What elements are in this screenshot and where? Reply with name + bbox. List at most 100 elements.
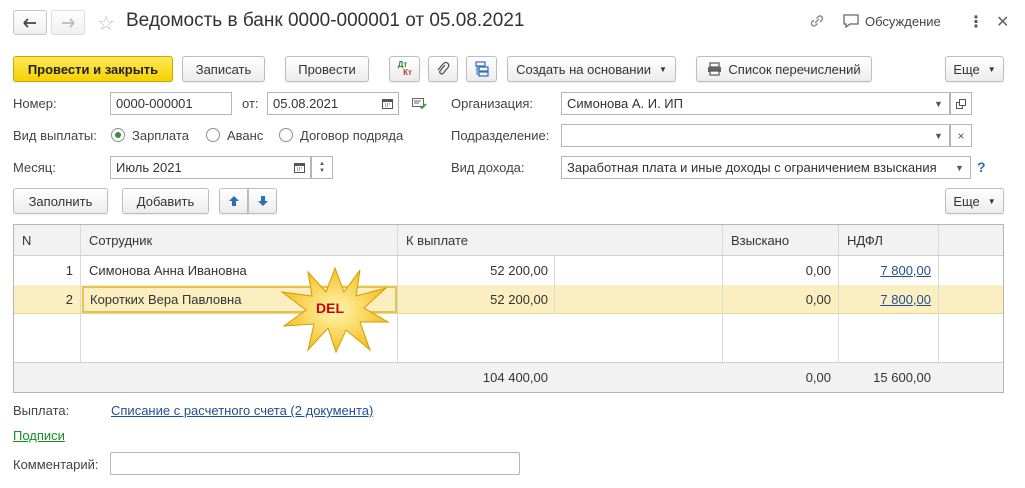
spin-up-icon[interactable]: ▲ — [319, 161, 325, 168]
month-spinner[interactable]: ▲ ▼ — [311, 156, 333, 179]
row-n: 2 — [65, 292, 73, 307]
caret-down-icon: ▼ — [934, 130, 943, 141]
more-label: Еще — [953, 61, 980, 77]
row-ndfl-link[interactable]: 7 800,00 — [880, 263, 931, 278]
table-more-button[interactable]: Еще ▼ — [945, 188, 1004, 214]
del-callout: DEL — [280, 266, 390, 354]
number-field[interactable]: 0000-000001 — [110, 92, 232, 115]
col-recovered[interactable]: Взыскано — [731, 226, 789, 255]
radio-contract[interactable] — [279, 128, 293, 142]
structure-button[interactable] — [466, 56, 497, 82]
total-to-pay: 104 400,00 — [482, 370, 548, 385]
spin-down-icon[interactable]: ▼ — [319, 168, 325, 175]
row-employee[interactable]: Симонова Анна Ивановна — [89, 256, 247, 285]
radio-advance-label: Аванс — [227, 128, 264, 143]
comment-label: Комментарий: — [13, 457, 99, 472]
row-recovered[interactable]: 0,00 — [722, 256, 831, 285]
total-recovered: 0,00 — [805, 370, 831, 385]
division-clear-button[interactable]: × — [950, 124, 972, 147]
income-type-dropdown-button[interactable]: ▼ — [949, 156, 971, 179]
window-title: Ведомость в банк 0000-000001 от 05.08.20… — [126, 10, 525, 31]
table-header: N Сотрудник К выплате Взыскано НДФЛ — [14, 225, 1003, 256]
back-button[interactable] — [13, 10, 47, 35]
month-calendar-button[interactable] — [289, 156, 311, 179]
arrow-right-icon — [62, 17, 75, 28]
comment-field[interactable] — [110, 452, 520, 475]
table-row[interactable]: 1 Симонова Анна Ивановна 52 200,00 0,00 … — [14, 256, 1003, 285]
organization-dropdown-button[interactable]: ▼ — [928, 92, 950, 115]
kt-label: Кт — [403, 68, 412, 77]
row-n: 1 — [65, 263, 73, 278]
printer-icon — [708, 62, 722, 76]
move-up-button[interactable] — [219, 188, 248, 214]
post-and-close-button[interactable]: Провести и закрыть — [13, 56, 173, 82]
payment-label: Выплата: — [13, 403, 70, 418]
fill-button[interactable]: Заполнить — [13, 188, 108, 214]
row-ndfl-link[interactable]: 7 800,00 — [880, 292, 931, 307]
payment-link[interactable]: Списание с расчетного счета (2 документа… — [111, 403, 373, 418]
del-callout-text: DEL — [316, 300, 344, 316]
caret-down-icon: ▼ — [934, 98, 943, 109]
total-ndfl: 15 600,00 — [873, 370, 931, 385]
organization-open-button[interactable] — [950, 92, 972, 115]
caret-down-icon: ▼ — [987, 64, 996, 74]
create-based-on-button[interactable]: Создать на основании ▼ — [507, 56, 676, 82]
organization-field[interactable]: Симонова А. И. ИП — [561, 92, 929, 115]
number-label: Номер: — [13, 96, 57, 111]
menu-kebab-icon[interactable]: ⋮ — [968, 12, 984, 32]
division-dropdown-button[interactable]: ▼ — [928, 124, 950, 147]
post-button[interactable]: Провести — [285, 56, 369, 82]
radio-salary-label: Зарплата — [132, 128, 189, 143]
more-button[interactable]: Еще ▼ — [945, 56, 1004, 82]
add-button[interactable]: Добавить — [122, 188, 209, 214]
table-more-label: Еще — [953, 193, 980, 209]
arrow-left-icon — [23, 17, 36, 28]
organization-label: Организация: — [451, 96, 534, 111]
forward-button[interactable] — [51, 10, 85, 35]
hierarchy-icon — [474, 61, 489, 77]
col-employee[interactable]: Сотрудник — [89, 226, 152, 255]
transfer-list-button[interactable]: Список перечислений — [696, 56, 872, 82]
col-ndfl[interactable]: НДФЛ — [847, 226, 883, 255]
income-type-field[interactable]: Заработная плата и иные доходы с огранич… — [561, 156, 950, 179]
discussion-button[interactable]: Обсуждение — [842, 13, 941, 29]
radio-salary[interactable] — [111, 128, 125, 142]
signatures-link[interactable]: Подписи — [13, 428, 65, 443]
division-label: Подразделение: — [451, 128, 550, 143]
table-row-selected[interactable]: 2 Коротких Вера Павловна 52 200,00 0,00 … — [14, 285, 1003, 314]
dtkt-report-button[interactable]: Дт Кт — [389, 56, 420, 82]
col-to-pay[interactable]: К выплате — [406, 226, 468, 255]
arrow-down-icon — [257, 196, 268, 206]
income-type-label: Вид дохода: — [451, 160, 525, 175]
date-field[interactable]: 05.08.2021 — [267, 92, 378, 115]
caret-down-icon: ▼ — [955, 162, 964, 173]
link-icon[interactable] — [808, 12, 826, 33]
attach-button[interactable] — [428, 56, 458, 82]
caret-down-icon: ▼ — [987, 196, 996, 206]
chat-icon — [843, 14, 859, 29]
favorite-star-icon[interactable]: ☆ — [97, 11, 115, 36]
row-recovered[interactable]: 0,00 — [722, 285, 831, 314]
calendar-icon — [382, 99, 393, 109]
radio-advance[interactable] — [206, 128, 220, 142]
col-n[interactable]: N — [22, 226, 31, 255]
payment-type-label: Вид выплаты: — [13, 128, 97, 143]
row-to-pay[interactable]: 52 200,00 — [398, 285, 548, 314]
discussion-label: Обсуждение — [865, 13, 941, 29]
col-divider — [554, 256, 555, 314]
row-to-pay[interactable]: 52 200,00 — [398, 256, 548, 285]
transfer-list-label: Список перечислений — [728, 61, 861, 77]
help-icon[interactable]: ? — [977, 159, 986, 175]
create-based-on-label: Создать на основании — [516, 61, 651, 77]
month-field[interactable]: Июль 2021 — [110, 156, 290, 179]
arrow-up-icon — [228, 196, 239, 206]
close-icon[interactable]: ✕ — [996, 12, 1009, 32]
check-number-icon[interactable] — [412, 97, 427, 113]
division-field[interactable] — [561, 124, 929, 147]
employees-table[interactable]: N Сотрудник К выплате Взыскано НДФЛ 1 Си… — [13, 224, 1004, 393]
calendar-icon — [294, 163, 305, 173]
save-button[interactable]: Записать — [182, 56, 265, 82]
move-down-button[interactable] — [248, 188, 277, 214]
table-totals: 104 400,00 0,00 15 600,00 — [14, 362, 1003, 392]
calendar-button[interactable] — [377, 92, 399, 115]
